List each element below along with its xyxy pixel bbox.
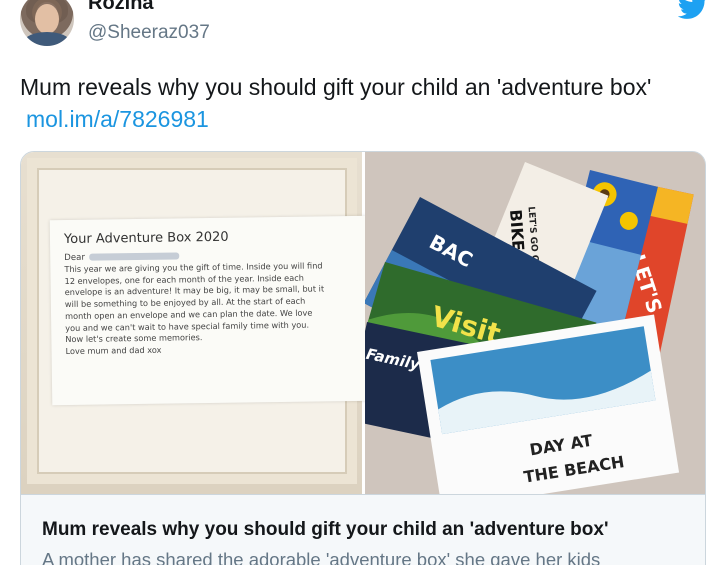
- author-handle[interactable]: @Sheeraz037: [88, 22, 210, 44]
- photo-frame: Your Adventure Box 2020 Dear This year w…: [27, 158, 373, 484]
- envelopes-illustration: LET'S GO LET'S GO ON A BIKE RIDE BAC: [365, 152, 705, 494]
- tweet-text: Mum reveals why you should gift your chi…: [20, 74, 652, 100]
- author-display-name[interactable]: Rozina: [88, 0, 154, 15]
- twitter-bird-icon[interactable]: [678, 0, 708, 20]
- envelopes-photo: LET'S GO LET'S GO ON A BIKE RIDE BAC: [365, 152, 705, 494]
- adventure-box-note: Your Adventure Box 2020 Dear This year w…: [49, 215, 373, 406]
- avatar-face: [35, 4, 59, 34]
- card-title[interactable]: Mum reveals why you should gift your chi…: [42, 519, 608, 541]
- avatar-shirt: [24, 32, 70, 46]
- card-meta[interactable]: Mum reveals why you should gift your chi…: [21, 494, 705, 565]
- avatar[interactable]: [20, 0, 74, 46]
- adventure-box-note-photo: Your Adventure Box 2020 Dear This year w…: [21, 152, 373, 494]
- note-title: Your Adventure Box 2020: [63, 229, 229, 248]
- note-dear: Dear: [64, 252, 86, 264]
- tweet-link[interactable]: mol.im/a/7826981: [26, 104, 209, 134]
- link-preview-card[interactable]: Your Adventure Box 2020 Dear This year w…: [20, 151, 706, 565]
- note-body: This year we are giving you the gift of …: [64, 260, 325, 356]
- blurred-name: [88, 252, 180, 261]
- card-description: A mother has shared the adorable 'advent…: [42, 549, 601, 565]
